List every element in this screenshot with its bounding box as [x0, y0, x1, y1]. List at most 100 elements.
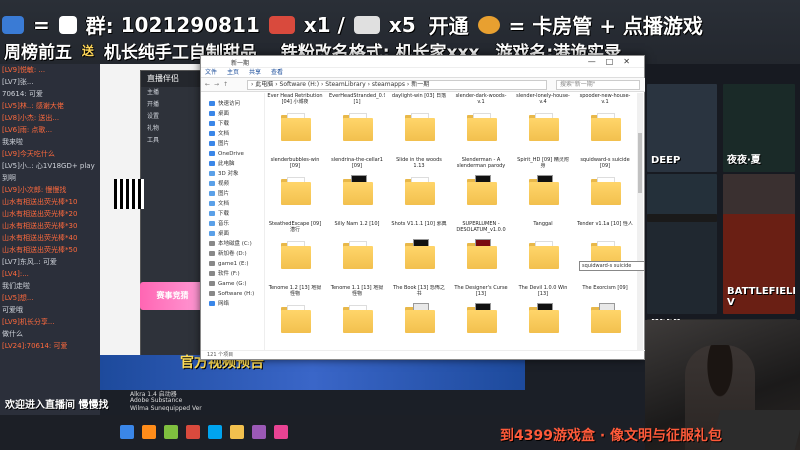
search-input[interactable]: 搜索"新一期": [556, 80, 640, 90]
ribbon-tab[interactable]: 共享: [249, 69, 261, 76]
nav-item[interactable]: 文档: [201, 199, 264, 209]
file-tile[interactable]: EverHeadStranded_0.9.7 [1]: [329, 93, 385, 163]
nav-item[interactable]: 桌面: [201, 229, 264, 239]
explorer-titlebar[interactable]: 新一期 —□✕: [201, 56, 644, 68]
file-tile[interactable]: The Book [13] 恐怖之书: [391, 285, 447, 351]
nav-item[interactable]: 3D 对象: [201, 169, 264, 179]
file-tile[interactable]: slender-lonely-house-v.4: [515, 93, 571, 163]
nav-item[interactable]: 下载: [201, 209, 264, 219]
file-tile[interactable]: The Exorcism [09]: [577, 285, 633, 351]
nav-item[interactable]: 桌面: [201, 109, 264, 119]
nav-item[interactable]: 本地磁盘 (C:): [201, 239, 264, 249]
file-tile[interactable]: Tenome 1.1 [13] 地狱怪物: [329, 285, 385, 351]
taskbar-app-icon[interactable]: [230, 425, 244, 439]
group-number: 1021290811: [120, 12, 260, 37]
file-tile[interactable]: Slide in the woods 1.13: [391, 157, 447, 227]
nav-item[interactable]: 图片: [201, 189, 264, 199]
folder-icon: [591, 303, 621, 333]
file-tile[interactable]: Slenderman - A slenderman parody: [453, 157, 509, 227]
file-tile[interactable]: spooder-new-house-v.1: [577, 93, 633, 163]
nav-arrows-icon[interactable]: ←→↑: [205, 81, 232, 88]
folder-icon: [209, 111, 215, 116]
file-tile[interactable]: slenderbubbles-win [09]: [267, 157, 323, 227]
scroll-thumb[interactable]: [638, 133, 642, 193]
taskbar-app-icon[interactable]: [142, 425, 156, 439]
file-tile-label: The Designer's Curse [13]: [454, 285, 508, 297]
file-tile[interactable]: squidward-s suicide [09]: [577, 157, 633, 227]
jump-list-item[interactable]: Adobe Substance: [130, 397, 182, 404]
taskbar-app-icon[interactable]: [252, 425, 266, 439]
game-card-title: DEEP: [651, 155, 681, 166]
file-tile[interactable]: Ever Head Retribution [04] 小城夜: [267, 93, 323, 163]
file-tile[interactable]: The Designer's Curse [13]: [453, 285, 509, 351]
file-tile-label: spooder-new-house-v.1: [579, 93, 631, 105]
window-controls[interactable]: —□✕: [588, 57, 640, 66]
nav-item-label: 新加卷 (D:): [218, 251, 247, 257]
chat-message: 山水有相送出荧光棒*30: [2, 222, 78, 230]
jump-list-item[interactable]: Wilma Sunequipped Ver: [130, 405, 202, 412]
nav-item[interactable]: 此电脑: [201, 159, 264, 169]
address-path[interactable]: › 此电脑 › Software (H:) › SteamLibrary › s…: [247, 80, 547, 90]
file-tile[interactable]: Tanggal: [515, 221, 571, 291]
file-explorer-window[interactable]: 新一期 —□✕ 文件 主页 共享 查看 ←→↑ › 此电脑 › Software (H…: [200, 55, 646, 360]
nav-item[interactable]: 下载: [201, 119, 264, 129]
nav-item[interactable]: Game (G:): [201, 279, 264, 289]
nav-item[interactable]: 新加卷 (D:): [201, 249, 264, 259]
taskbar-app-icon[interactable]: [164, 425, 178, 439]
chat-message: [LV9]机长分享...: [2, 318, 55, 326]
nav-item[interactable]: game1 (E:): [201, 259, 264, 269]
nav-item[interactable]: 快速访问: [201, 99, 264, 109]
chat-message: [LV7]东风..: 可爱: [2, 258, 57, 266]
nav-item[interactable]: 音乐: [201, 219, 264, 229]
folder-icon: [591, 113, 621, 141]
nav-item[interactable]: Software (H:): [201, 289, 264, 299]
file-tile-label: The Devil 1.0.0 Win [13]: [518, 285, 568, 297]
folder-icon: [209, 301, 215, 306]
folder-icon: [467, 113, 497, 141]
chat-message: [LV9]小次郎: 慢慢找: [2, 186, 67, 194]
folder-icon: [209, 231, 215, 236]
file-tile[interactable]: The Devil 1.0.0 Win [13]: [515, 285, 571, 351]
nav-item[interactable]: 网络: [201, 299, 264, 309]
taskbar-app-icon[interactable]: [120, 425, 134, 439]
weekly-top5: 周榜前五: [4, 43, 72, 63]
taskbar-app-icon[interactable]: [186, 425, 200, 439]
folder-icon: [209, 191, 215, 196]
file-tile[interactable]: Shots V1.1.1 [10] 邪典: [391, 221, 447, 291]
file-tile[interactable]: Tenome 1.2 [13] 地狱怪物: [267, 285, 323, 351]
nav-item[interactable]: 文档: [201, 129, 264, 139]
chat-message: 可爱哦: [2, 306, 23, 314]
nav-item[interactable]: 图片: [201, 139, 264, 149]
folder-icon: [281, 113, 311, 141]
nav-item[interactable]: 软件 (F:): [201, 269, 264, 279]
game-card[interactable]: [647, 214, 717, 314]
nav-item-label: 图片: [218, 141, 230, 147]
nav-item[interactable]: 视频: [201, 179, 264, 189]
file-tile[interactable]: SteathedEscape [09] 潜行: [267, 221, 323, 291]
file-tile-label: Tender v1.1a [10] 怪人: [577, 221, 633, 227]
file-tile[interactable]: Silly Nam 1.2 [10]: [329, 221, 385, 291]
ribbon-tab[interactable]: 文件: [205, 69, 217, 76]
ribbon-tab[interactable]: 主页: [227, 69, 239, 76]
promo-badge[interactable]: 赛事竞猜: [140, 282, 205, 310]
open-label: 开通: [428, 14, 469, 38]
file-tile[interactable]: daylight-win [03] 日落: [391, 93, 447, 163]
chat-panel[interactable]: [LV9]悦敏: ... [LV7]张... 70614: 可爱 [LV5]林..: …: [0, 64, 100, 450]
file-tile[interactable]: slendrina-the-cellar1 [09]: [329, 157, 385, 227]
nav-item[interactable]: OneDrive: [201, 149, 264, 159]
game-card[interactable]: 夜夜·夏: [723, 84, 795, 172]
card-manager-label: = 卡房管 + 点播游戏: [508, 14, 703, 38]
file-tile[interactable]: SUPERLUMEN - DESOLATUM_v1.0.0: [453, 221, 509, 291]
file-tile[interactable]: Spirit_HD [09] 精灵附身: [515, 157, 571, 227]
vertical-scrollbar[interactable]: [637, 93, 643, 351]
taskbar-app-icon[interactable]: [274, 425, 288, 439]
ribbon-tab[interactable]: 查看: [271, 69, 283, 76]
file-tile[interactable]: Tender v1.1a [10] 怪人: [577, 221, 633, 291]
plane-count: x1: [303, 12, 331, 37]
game-card[interactable]: BATTLEFIELD V: [723, 214, 795, 314]
taskbar-app-icon[interactable]: [208, 425, 222, 439]
game-card[interactable]: SEPTEMBER 1999: [647, 214, 717, 222]
game-card[interactable]: DEEP: [647, 84, 717, 172]
chat-message: [LV7]张...: [2, 78, 34, 86]
file-tile[interactable]: slender-dark-woods-v.1: [453, 93, 509, 163]
